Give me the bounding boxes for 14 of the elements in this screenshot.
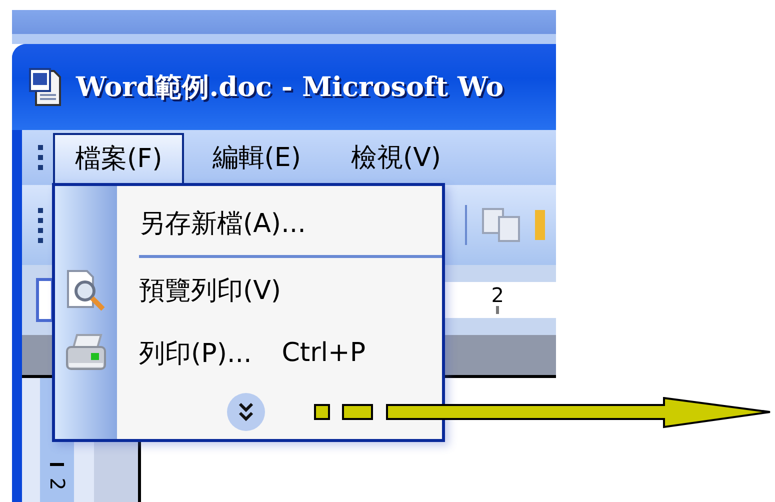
ruler-number: 2 [491, 284, 504, 306]
menu-entry[interactable]: 列印(P)... Ctrl+P [55, 322, 442, 386]
menu-entry[interactable]: 預覽列印(V) [55, 258, 442, 322]
ruler-number: 2 [45, 478, 69, 490]
document-icon [28, 67, 62, 107]
grip-handle[interactable] [38, 208, 43, 242]
menu-item[interactable]: 檔案(F) [53, 132, 184, 182]
window-title: Word範例.doc - Microsoft Wo [76, 71, 504, 105]
chevron-down-icon[interactable] [226, 392, 266, 432]
magnifier-page-icon [65, 269, 107, 312]
menu-item[interactable]: 編輯(E) [190, 132, 323, 182]
grip-handle[interactable] [38, 145, 43, 170]
menu-item[interactable]: 檢視(V) [328, 132, 464, 182]
menu-entry[interactable]: 另存新檔(A)... [55, 192, 442, 256]
